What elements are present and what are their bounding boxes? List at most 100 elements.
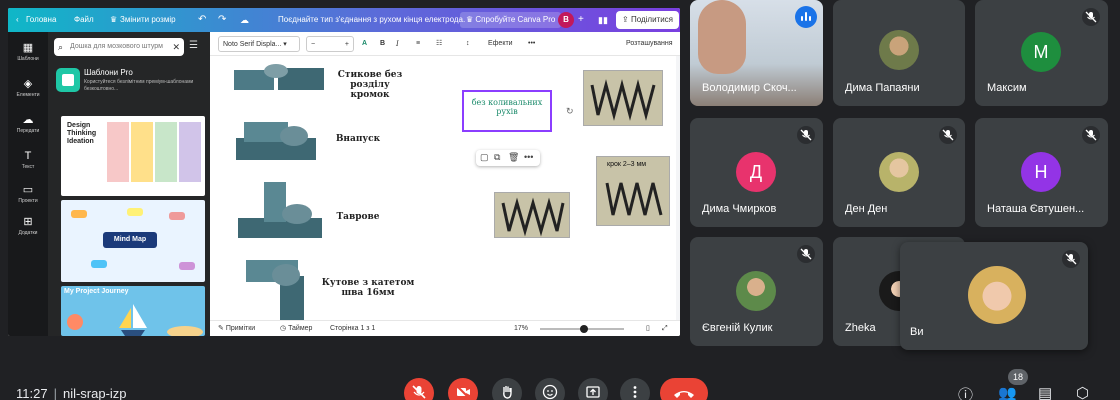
font-family-select[interactable]: Noto Serif Displa... ▾ bbox=[218, 36, 300, 52]
page-indicator[interactable]: Сторінка 1 з 1 bbox=[330, 321, 375, 336]
list-icon[interactable]: ☷ bbox=[436, 32, 442, 56]
mind-map-node bbox=[179, 262, 195, 270]
templates-icon: ▦ bbox=[22, 42, 34, 54]
participant-tile[interactable]: M Максим bbox=[975, 0, 1108, 106]
try-pro-label: Спробуйте Canva Pro bbox=[475, 15, 556, 24]
effects-button[interactable]: Ефекти bbox=[488, 32, 513, 56]
rail-apps[interactable]: ⊞ Додатки bbox=[8, 216, 48, 236]
timer-label: Таймер bbox=[288, 325, 313, 332]
raise-hand-button[interactable] bbox=[492, 378, 522, 400]
rail-upload[interactable]: ☁ Передати bbox=[8, 114, 48, 134]
weave-pattern-photo-2[interactable]: крок 2–3 мм bbox=[596, 156, 670, 226]
mic-toggle-button[interactable] bbox=[404, 378, 434, 400]
participant-tile[interactable]: Володимир Скоч... bbox=[690, 0, 823, 106]
participant-name: Ден Ден bbox=[845, 203, 888, 215]
home-button[interactable]: Головна bbox=[26, 8, 56, 32]
redo-icon[interactable]: ↷ bbox=[218, 8, 226, 32]
participant-tile[interactable]: Д Дима Чмирков bbox=[690, 118, 823, 227]
people-icon[interactable]: 👥 bbox=[998, 384, 1017, 400]
font-size-stepper[interactable]: − + bbox=[306, 36, 354, 52]
weave-pattern-photo-1[interactable] bbox=[583, 70, 663, 126]
more-options-button[interactable] bbox=[620, 378, 650, 400]
self-view-tile[interactable]: Ви bbox=[900, 242, 1088, 350]
meeting-info: 11:27 | nil-srap-izp bbox=[16, 386, 127, 400]
notes-button[interactable]: ✎ Примітки bbox=[218, 321, 255, 336]
clear-search-icon[interactable]: ✕ bbox=[172, 38, 180, 56]
thumb-title: Mind Map bbox=[103, 232, 157, 248]
more-options-icon[interactable]: ••• bbox=[528, 32, 535, 56]
hang-up-icon bbox=[674, 391, 694, 398]
file-menu[interactable]: Файл bbox=[74, 8, 94, 32]
template-thumbnail-project-journey[interactable]: My Project Journey bbox=[61, 286, 205, 336]
template-search-input[interactable]: ⌕ Дошка для мозкового штурм ✕ bbox=[54, 38, 184, 56]
meeting-code[interactable]: nil-srap-izp bbox=[63, 386, 127, 400]
chat-icon[interactable]: ▤ bbox=[1038, 384, 1052, 400]
rail-elements[interactable]: ◈ Елементи bbox=[8, 78, 48, 98]
share-button[interactable]: ⇪ Поділитися bbox=[616, 11, 680, 29]
weave-pattern-photo-3[interactable] bbox=[494, 192, 570, 238]
present-button[interactable] bbox=[578, 378, 608, 400]
lap-joint-illustration bbox=[236, 116, 326, 164]
canva-pro-icon bbox=[56, 68, 80, 92]
add-icon[interactable]: + bbox=[578, 8, 584, 32]
align-icon[interactable]: ≡ bbox=[416, 32, 420, 56]
joint-label-lap: Внапуск bbox=[335, 134, 381, 144]
meeting-details-icon[interactable]: ⓘ bbox=[958, 384, 973, 400]
text-icon: T bbox=[24, 150, 32, 162]
zoom-slider-handle[interactable] bbox=[580, 325, 588, 333]
rail-projects[interactable]: ▭ Проекти bbox=[8, 184, 48, 204]
templates-panel: ⌕ Дошка для мозкового штурм ✕ ☰ Шаблони … bbox=[48, 32, 210, 336]
pages-icon[interactable]: ▯ bbox=[646, 321, 650, 336]
try-pro-button[interactable]: ♛ Спробуйте Canva Pro bbox=[460, 12, 562, 28]
design-hint-text: Поєднайте тип з'єднання з рухом кінця ел… bbox=[278, 15, 466, 24]
pro-templates-title: Шаблони Pro bbox=[84, 68, 133, 77]
resize-button[interactable]: Змінити розмір bbox=[120, 8, 176, 32]
reactions-button[interactable] bbox=[535, 378, 565, 400]
back-chevron-icon[interactable]: ‹ bbox=[16, 8, 19, 32]
cloud-sync-icon[interactable]: ☁ bbox=[240, 8, 249, 32]
camera-toggle-button[interactable] bbox=[448, 378, 478, 400]
italic-icon[interactable]: I bbox=[396, 32, 399, 56]
participant-name: Євгеній Кулик bbox=[702, 322, 773, 334]
participant-count-badge: 18 bbox=[1008, 369, 1028, 385]
selected-text-box[interactable]: без коливальних рухів bbox=[462, 90, 552, 132]
template-thumbnail-design-thinking[interactable]: Design Thinking Ideation bbox=[61, 116, 205, 196]
comment-icon[interactable]: ▢ bbox=[480, 152, 489, 163]
template-thumbnail-mind-map[interactable]: Mind Map bbox=[61, 200, 205, 282]
delete-icon[interactable]: 🗑 bbox=[508, 152, 519, 163]
muted-mic-icon bbox=[939, 126, 957, 144]
rail-label: Додатки bbox=[18, 230, 38, 236]
spacing-icon[interactable]: ↕ bbox=[466, 32, 470, 56]
more-icon[interactable]: ••• bbox=[524, 152, 533, 162]
undo-icon[interactable]: ↶ bbox=[198, 8, 206, 32]
participant-tile[interactable]: Євгеній Кулик bbox=[690, 237, 823, 346]
analytics-icon[interactable]: ▮▮ bbox=[598, 8, 608, 32]
size-plus-button[interactable]: + bbox=[345, 37, 349, 53]
share-label: Поділитися bbox=[630, 15, 674, 24]
zoom-level: 17% bbox=[514, 325, 529, 332]
font-name: Noto Serif Displa... bbox=[223, 41, 282, 48]
position-button[interactable]: Розташування bbox=[626, 32, 673, 56]
bold-icon[interactable]: B bbox=[380, 32, 385, 56]
participant-tile[interactable]: Н Наташа Євтушен... bbox=[975, 118, 1108, 227]
rail-label: Проекти bbox=[18, 198, 38, 204]
filter-icon[interactable]: ☰ bbox=[189, 40, 198, 51]
duplicate-icon[interactable]: ⧉ bbox=[494, 152, 500, 163]
present-screen-icon bbox=[586, 386, 600, 398]
size-minus-button[interactable]: − bbox=[311, 37, 315, 53]
participant-tile[interactable]: Ден Ден bbox=[833, 118, 965, 227]
rotate-handle-icon[interactable]: ↻ bbox=[566, 106, 574, 117]
slide-page[interactable]: Стикове без розділу кромок Внапуск Тавро… bbox=[210, 56, 676, 320]
mind-map-node bbox=[91, 260, 107, 268]
user-avatar[interactable]: B bbox=[558, 12, 574, 28]
rail-text[interactable]: T Текст bbox=[8, 150, 48, 170]
fullscreen-icon[interactable]: ⤢ bbox=[662, 321, 668, 336]
activities-icon[interactable]: ⬡ bbox=[1076, 384, 1089, 400]
avatar-letter: M bbox=[1021, 32, 1061, 72]
mind-map-node bbox=[169, 212, 185, 220]
participant-tile[interactable]: Дима Папаяни bbox=[833, 0, 965, 106]
leave-call-button[interactable] bbox=[660, 378, 708, 400]
text-color-icon[interactable]: A bbox=[362, 32, 367, 56]
timer-button[interactable]: ◷ Таймер bbox=[280, 321, 312, 336]
rail-templates[interactable]: ▦ Шаблони bbox=[8, 42, 48, 62]
